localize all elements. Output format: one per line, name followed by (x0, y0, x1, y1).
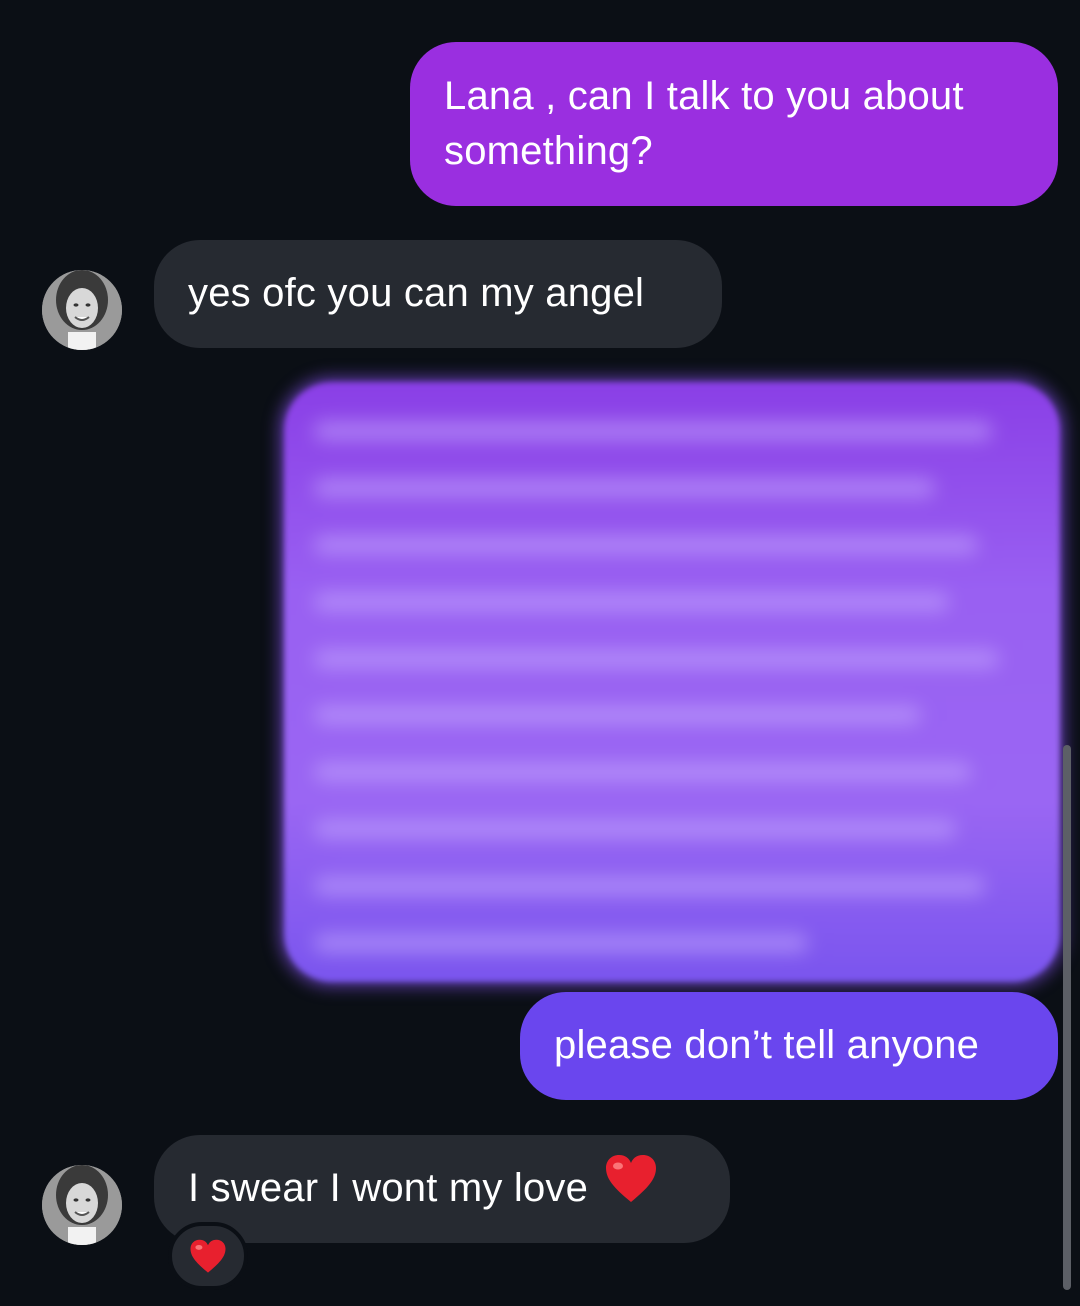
received-message-bubble[interactable]: I swear I wont my love (154, 1135, 730, 1243)
blurred-message-bubble[interactable] (284, 382, 1060, 982)
heart-emoji-icon (604, 1154, 658, 1219)
heart-reaction-icon (190, 1239, 226, 1273)
heart-reaction[interactable] (168, 1222, 248, 1290)
sent-message-bubble[interactable]: please don’t tell anyone (520, 992, 1058, 1100)
blurred-text-lines (314, 422, 1020, 952)
received-message-bubble[interactable]: yes ofc you can my angel (154, 240, 722, 348)
sent-message-text: please don’t tell anyone (554, 1023, 980, 1067)
sent-message-text: Lana , can I talk to you about something… (444, 74, 964, 173)
profile-photo-icon (42, 270, 122, 350)
received-message-text: I swear I wont my love (188, 1166, 589, 1210)
profile-photo-icon (42, 1165, 122, 1245)
sent-message-bubble[interactable]: Lana , can I talk to you about something… (410, 42, 1058, 206)
received-message-text: yes ofc you can my angel (188, 271, 645, 315)
contact-avatar[interactable] (42, 270, 122, 350)
contact-avatar[interactable] (42, 1165, 122, 1245)
scrollbar[interactable] (1063, 745, 1071, 1290)
